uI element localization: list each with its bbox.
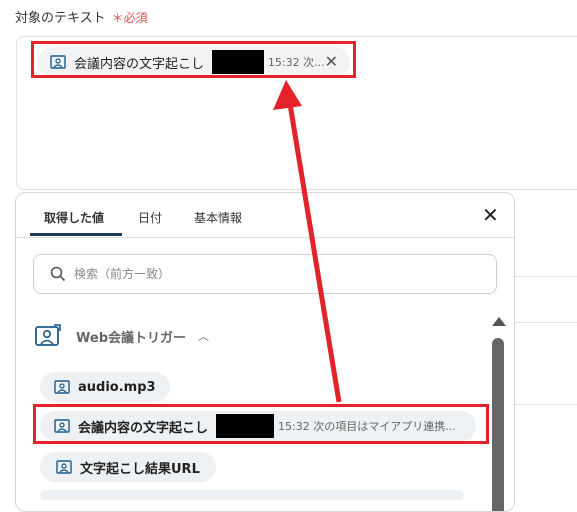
tab-basic-info[interactable]: 基本情報 <box>194 209 242 226</box>
active-tab-indicator <box>30 233 122 236</box>
item-title: 文字起こし結果URL <box>80 461 200 477</box>
media-icon <box>35 324 61 346</box>
chip-subtext: 15:32 次... <box>267 56 325 69</box>
chip-title: 会議内容の文字起こし <box>74 56 205 72</box>
scroll-up-icon[interactable] <box>492 317 506 326</box>
item-subtext: 15:32 次の項目はマイアプリ連携... <box>278 420 456 433</box>
search-input[interactable] <box>72 266 456 282</box>
list-item-audio[interactable]: audio.mp3 <box>40 372 170 402</box>
list-item-transcript-url[interactable]: 文字起こし結果URL <box>40 452 216 482</box>
redaction-block <box>212 50 264 74</box>
list-item-partial[interactable] <box>40 490 464 500</box>
selected-value-chip[interactable]: 会議内容の文字起こし 15:32 次... ✕ <box>38 47 350 77</box>
item-title: audio.mp3 <box>78 379 156 395</box>
close-icon[interactable]: ✕ <box>325 54 338 70</box>
media-icon <box>54 419 70 433</box>
redaction-block <box>216 414 275 438</box>
search-box[interactable] <box>33 254 497 294</box>
field-label-text: 対象のテキスト <box>15 11 106 26</box>
close-icon[interactable]: ✕ <box>482 205 499 225</box>
tab-date[interactable]: 日付 <box>138 209 162 226</box>
media-icon <box>50 55 66 69</box>
media-icon <box>56 460 72 474</box>
item-title: 会議内容の文字起こし <box>78 420 209 436</box>
required-mark: ＊必須 <box>111 11 148 25</box>
tab-bar: 取得した値 日付 基本情報 <box>16 193 514 238</box>
media-icon <box>54 380 70 394</box>
scrollbar-thumb[interactable] <box>492 338 504 511</box>
search-icon <box>50 266 66 282</box>
section-label: Web会議トリガー <box>76 330 186 346</box>
chevron-up-icon[interactable]: ︿ <box>198 328 209 344</box>
field-label: 対象のテキスト ＊必須 <box>15 7 148 26</box>
list-item-transcript[interactable]: 会議内容の文字起こし 15:32 次の項目はマイアプリ連携... <box>40 411 476 441</box>
section-web-meeting-trigger[interactable]: Web会議トリガー ︿ <box>34 323 209 349</box>
tab-acquired-values[interactable]: 取得した値 <box>44 209 104 226</box>
